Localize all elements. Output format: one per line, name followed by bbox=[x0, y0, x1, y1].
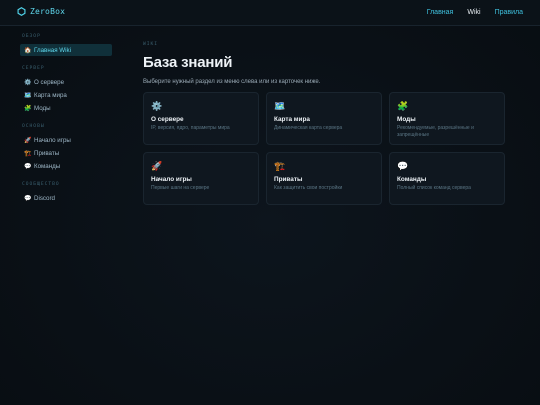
sidebar-section-basics: ОСНОВЫ 🚀 Начало игры 🏗️ Приваты 💬 Команд… bbox=[20, 124, 112, 172]
sidebar-item-label: Discord bbox=[34, 194, 55, 202]
card-description: Первые шаги на сервере bbox=[151, 185, 210, 191]
top-navbar: ZeroBox Главная Wiki Правила bbox=[0, 0, 540, 26]
nav-link-home[interactable]: Главная bbox=[427, 9, 454, 16]
card-title: Карта мира bbox=[274, 116, 310, 123]
card-description: Как защитить свои постройки bbox=[274, 185, 343, 191]
sidebar-section-overview: ОБЗОР 🏠 Главная Wiki bbox=[20, 34, 112, 56]
rocket-icon: 🚀 bbox=[24, 137, 32, 144]
nav-link-rules[interactable]: Правила bbox=[495, 9, 523, 16]
card-description: Рекомендуемые, разрешённые и запрещённые bbox=[397, 125, 474, 138]
sidebar-item-commands[interactable]: 💬 Команды bbox=[20, 160, 112, 172]
card-getting-started[interactable]: 🚀 Начало игры Первые шаги на сервере bbox=[143, 152, 259, 205]
card-about-server[interactable]: ⚙️ О сервере IP, версия, ядро, параметры… bbox=[143, 92, 259, 145]
card-world-map[interactable]: 🗺️ Карта мира Динамическая карта сервера bbox=[266, 92, 382, 145]
gear-icon: ⚙️ bbox=[151, 101, 163, 111]
sidebar-item-about-server[interactable]: ⚙️ О сервере bbox=[20, 76, 112, 88]
nav-link-wiki[interactable]: Wiki bbox=[467, 9, 480, 16]
card-claims[interactable]: 🏗️ Приваты Как защитить свои постройки bbox=[266, 152, 382, 205]
sidebar-section-server: СЕРВЕР ⚙️ О сервере 🗺️ Карта мира 🧩 Моды bbox=[20, 66, 112, 114]
gear-icon: ⚙️ bbox=[24, 79, 32, 86]
speech-bubble-icon: 💬 bbox=[24, 163, 32, 170]
sidebar-item-claims[interactable]: 🏗️ Приваты bbox=[20, 147, 112, 159]
sidebar-item-discord[interactable]: 💬 Discord bbox=[20, 192, 112, 204]
sidebar-item-getting-started[interactable]: 🚀 Начало игры bbox=[20, 134, 112, 146]
card-title: Моды bbox=[397, 116, 416, 123]
sidebar-item-label: Главная Wiki bbox=[34, 46, 71, 54]
sidebar-heading: СЕРВЕР bbox=[22, 66, 45, 71]
sidebar-section-community: СООБЩЕСТВО 💬 Discord bbox=[20, 182, 112, 204]
speech-bubble-icon: 💬 bbox=[24, 195, 32, 202]
page-subtitle: Выберите нужный раздел из меню слева или… bbox=[143, 79, 321, 85]
card-commands[interactable]: 💬 Команды Полный список команд сервера bbox=[389, 152, 505, 205]
card-description: IP, версия, ядро, параметры мира bbox=[151, 125, 230, 131]
sidebar-item-label: Моды bbox=[34, 104, 51, 112]
hexagon-logo-icon bbox=[17, 7, 26, 16]
card-description: Полный список команд сервера bbox=[397, 185, 471, 191]
sidebar-item-label: Начало игры bbox=[34, 136, 71, 144]
sidebar-item-label: Команды bbox=[34, 162, 61, 170]
sidebar-item-mods[interactable]: 🧩 Моды bbox=[20, 102, 112, 114]
sidebar-item-label: Карта мира bbox=[34, 91, 67, 99]
brand-name: ZeroBox bbox=[30, 7, 66, 16]
wiki-sidebar: ОБЗОР 🏠 Главная Wiki СЕРВЕР ⚙️ О сервере… bbox=[20, 34, 112, 214]
main-content: WIKI База знаний Выберите нужный раздел … bbox=[143, 42, 508, 205]
rocket-icon: 🚀 bbox=[151, 161, 163, 171]
map-icon: 🗺️ bbox=[274, 101, 286, 111]
brand-logo[interactable]: ZeroBox bbox=[17, 7, 65, 16]
puzzle-icon: 🧩 bbox=[24, 105, 32, 112]
card-title: Начало игры bbox=[151, 176, 192, 183]
house-icon: 🏠 bbox=[24, 47, 32, 54]
sidebar-heading: ОСНОВЫ bbox=[22, 124, 45, 129]
main-nav: Главная Wiki Правила bbox=[427, 9, 523, 16]
sidebar-item-label: Приваты bbox=[34, 149, 60, 157]
crane-icon: 🏗️ bbox=[274, 161, 286, 171]
card-title: О сервере bbox=[151, 116, 184, 123]
sidebar-heading: ОБЗОР bbox=[22, 34, 41, 39]
sidebar-item-wiki-home[interactable]: 🏠 Главная Wiki bbox=[20, 44, 112, 56]
crane-icon: 🏗️ bbox=[24, 150, 32, 157]
card-grid: ⚙️ О сервере IP, версия, ядро, параметры… bbox=[143, 92, 508, 205]
sidebar-heading: СООБЩЕСТВО bbox=[22, 182, 60, 187]
map-icon: 🗺️ bbox=[24, 92, 32, 99]
puzzle-icon: 🧩 bbox=[397, 101, 409, 111]
card-title: Приваты bbox=[274, 176, 303, 183]
page-title: База знаний bbox=[143, 54, 233, 71]
sidebar-item-world-map[interactable]: 🗺️ Карта мира bbox=[20, 89, 112, 101]
card-description: Динамическая карта сервера bbox=[274, 125, 343, 131]
card-mods[interactable]: 🧩 Моды Рекомендуемые, разрешённые и запр… bbox=[389, 92, 505, 145]
card-title: Команды bbox=[397, 176, 427, 183]
speech-bubble-icon: 💬 bbox=[397, 161, 409, 171]
sidebar-item-label: О сервере bbox=[34, 78, 65, 86]
section-kicker: WIKI bbox=[143, 42, 159, 47]
